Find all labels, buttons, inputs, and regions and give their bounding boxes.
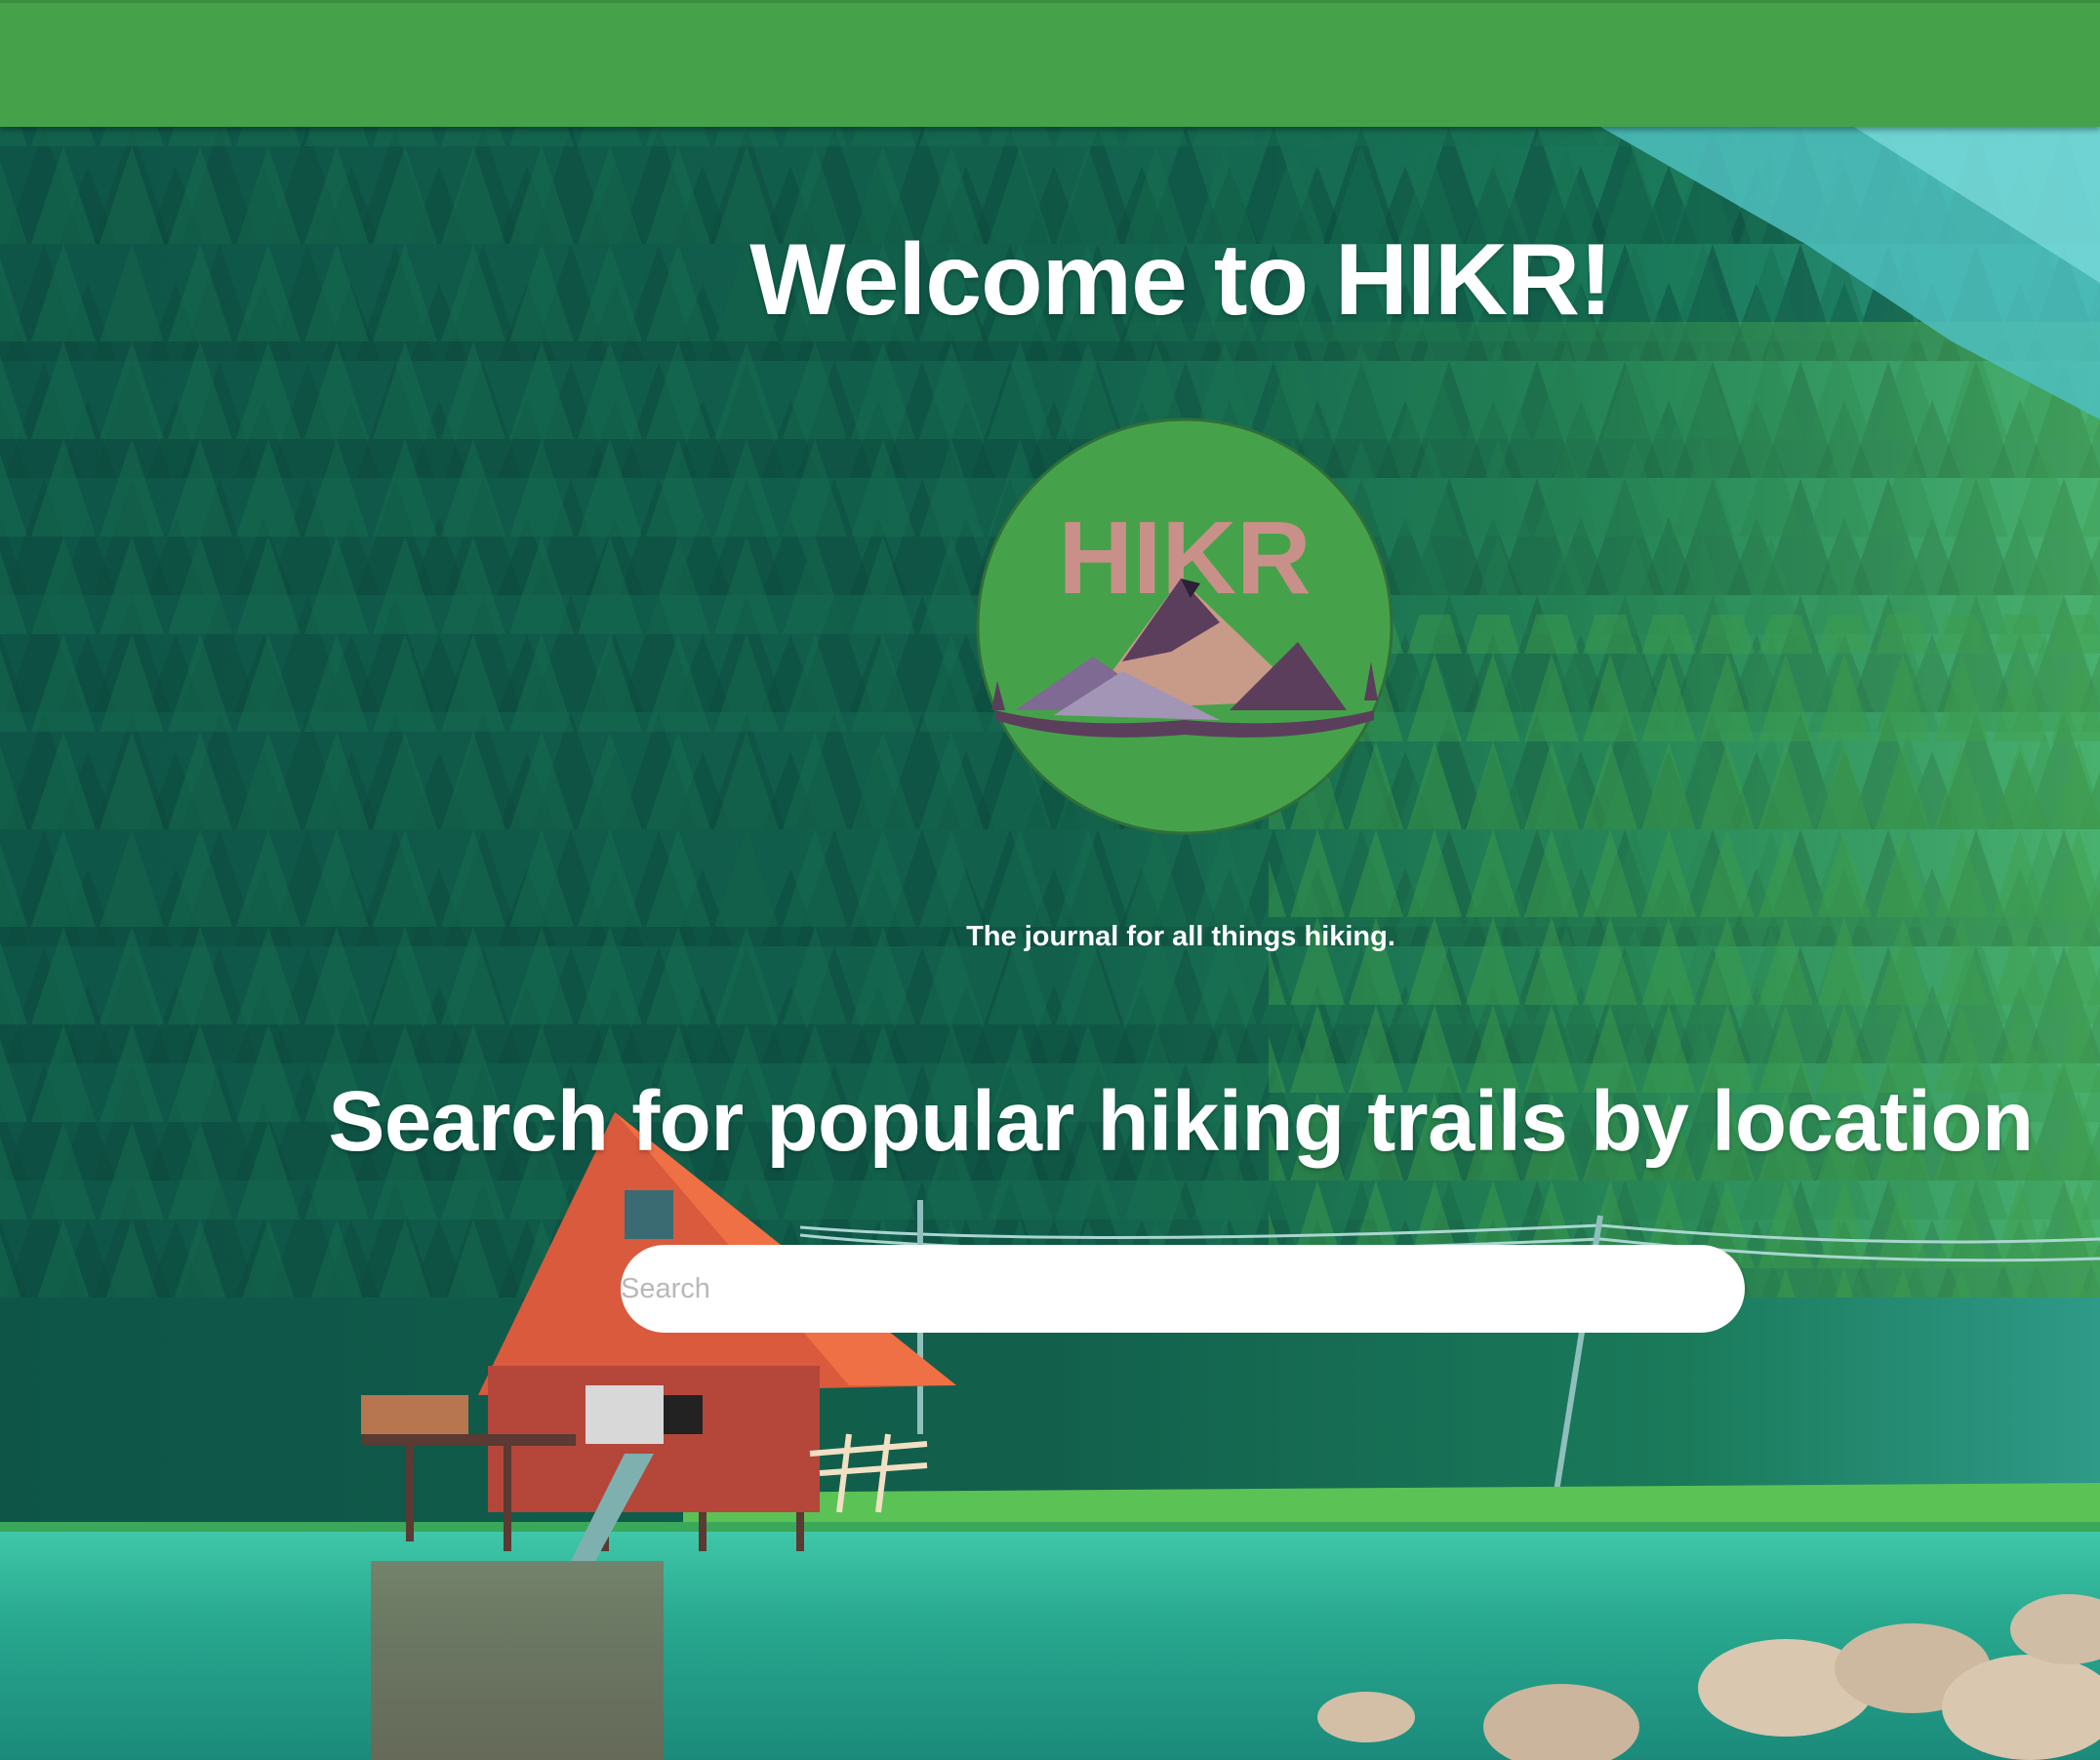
search-input[interactable] xyxy=(621,1245,1745,1333)
hikr-logo: HIKR xyxy=(976,418,1393,835)
hero-title: Welcome to HIKR! xyxy=(749,223,1613,337)
search-heading: Search for popular hiking trails by loca… xyxy=(328,1074,2034,1169)
home-page: Welcome to HIKR! HIKR The journal for al… xyxy=(0,0,2100,1760)
top-navbar xyxy=(0,0,2100,127)
tagline: The journal for all things hiking. xyxy=(966,921,1395,952)
